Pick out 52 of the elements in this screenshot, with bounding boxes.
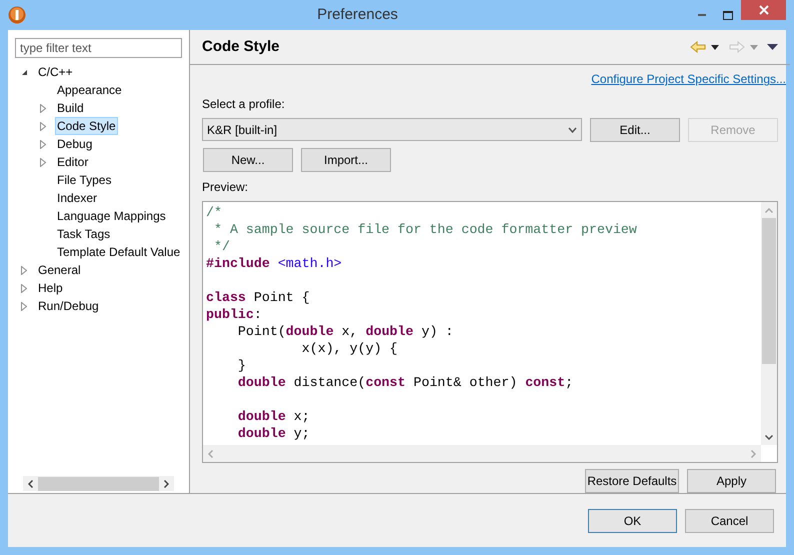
button[interactable]: Apply [687, 469, 776, 493]
code-line: Point(double x, double y) : [236, 324, 454, 340]
button[interactable]: OK [588, 508, 677, 532]
code-line: class Point { [206, 290, 310, 306]
horizontal-scrollbar[interactable] [23, 476, 174, 491]
button[interactable]: Edit... [590, 118, 680, 142]
tree-item[interactable]: Appearance [55, 81, 124, 99]
profile-dropdown[interactable]: K&R [built-in] [202, 118, 582, 142]
tree-item[interactable]: Debug [55, 135, 94, 153]
button[interactable]: New... [203, 148, 293, 172]
code-line: double distance(const Point& other) const; [236, 375, 574, 390]
tree-item[interactable]: Template Default Value [55, 243, 182, 261]
tree-item[interactable]: Code Style [55, 117, 118, 135]
button[interactable]: Import... [301, 148, 391, 172]
tree-item[interactable]: Task Tags [55, 225, 112, 243]
code-line: double x; [236, 409, 310, 424]
vertical-scrollbar[interactable] [761, 202, 777, 445]
expanded-triangle-icon[interactable] [20, 68, 28, 76]
button[interactable]: Cancel [685, 508, 774, 532]
close-button[interactable] [741, 0, 786, 20]
code-line: double y; [236, 426, 310, 442]
code-line: public: [206, 307, 262, 322]
app-icon [8, 6, 26, 24]
close-icon [758, 5, 768, 15]
code-line: * A sample source file for the code formatter preview [212, 222, 637, 238]
view-menu-icon[interactable] [767, 44, 778, 50]
settings-link[interactable]: Configure Project Specific Settings... [591, 70, 786, 88]
dropdown-arrow-icon[interactable] [711, 44, 719, 50]
tree-item[interactable]: Help [36, 279, 65, 297]
code-line: #include <math.h> [206, 256, 342, 272]
tree-item[interactable]: Run/Debug [36, 297, 101, 315]
tree-item[interactable]: Editor [55, 153, 90, 171]
code-line: */ [212, 239, 230, 254]
filter-field[interactable]: type filter text [15, 38, 182, 58]
tree-item[interactable]: Indexer [55, 189, 100, 207]
tree-item[interactable]: Language Mappings [55, 207, 168, 225]
preview-label: Preview: [202, 180, 248, 194]
tree-item[interactable]: General [36, 261, 83, 279]
maximize-icon [723, 10, 733, 20]
button[interactable]: Restore Defaults [585, 469, 679, 493]
chevron-down-icon [568, 126, 577, 133]
tree-item[interactable]: C/C++ [36, 63, 75, 81]
profile-label: Select a profile: [202, 97, 285, 112]
minimize-icon [698, 14, 706, 16]
back-arrow-icon[interactable] [690, 41, 706, 54]
code-line: /* [206, 205, 222, 220]
tree-item[interactable]: Build [55, 99, 86, 117]
tree-item[interactable]: File Types [55, 171, 114, 189]
window-title: Preferences [317, 6, 398, 23]
code-line: } [236, 358, 246, 374]
page-title: Code Style [202, 36, 280, 57]
code-line: x(x), y(y) { [300, 341, 398, 356]
